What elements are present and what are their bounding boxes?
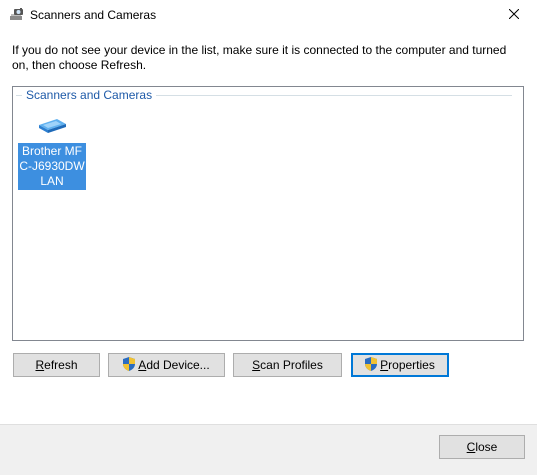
instructions-text: If you do not see your device in the lis… — [12, 43, 507, 72]
properties-label: roperties — [388, 358, 435, 372]
title-bar: Scanners and Cameras — [0, 0, 537, 30]
window-close-button[interactable] — [491, 0, 537, 30]
dialog-footer: Close — [0, 424, 537, 475]
close-button[interactable]: Close — [439, 435, 525, 459]
uac-shield-icon — [365, 356, 378, 374]
refresh-button[interactable]: Refresh — [13, 353, 100, 377]
group-title: Scanners and Cameras — [22, 88, 157, 102]
properties-accesskey: P — [380, 358, 389, 372]
close-label: lose — [475, 440, 498, 454]
scan-profiles-accesskey: S — [252, 358, 261, 372]
scan-profiles-button[interactable]: Scan Profiles — [233, 353, 342, 377]
scan-profiles-label: can Profiles — [260, 358, 323, 372]
scanner-icon — [18, 117, 86, 139]
close-icon — [508, 8, 520, 22]
scanner-camera-icon — [9, 7, 25, 23]
device-label: Brother MFC-J6930DW LAN — [18, 143, 86, 190]
devices-list[interactable]: Scanners and Cameras Brother MFC-J6930DW… — [12, 86, 524, 341]
add-device-accesskey: A — [138, 358, 147, 372]
uac-shield-icon — [123, 356, 136, 374]
add-device-button[interactable]: Add Device... — [108, 353, 225, 377]
add-device-label: dd Device... — [146, 358, 210, 372]
device-item[interactable]: Brother MFC-J6930DW LAN — [18, 117, 86, 190]
refresh-label: efresh — [44, 358, 78, 372]
properties-button[interactable]: Properties — [351, 353, 449, 377]
refresh-accesskey: R — [35, 358, 45, 372]
window-title: Scanners and Cameras — [30, 8, 157, 22]
close-accesskey: C — [466, 440, 476, 454]
